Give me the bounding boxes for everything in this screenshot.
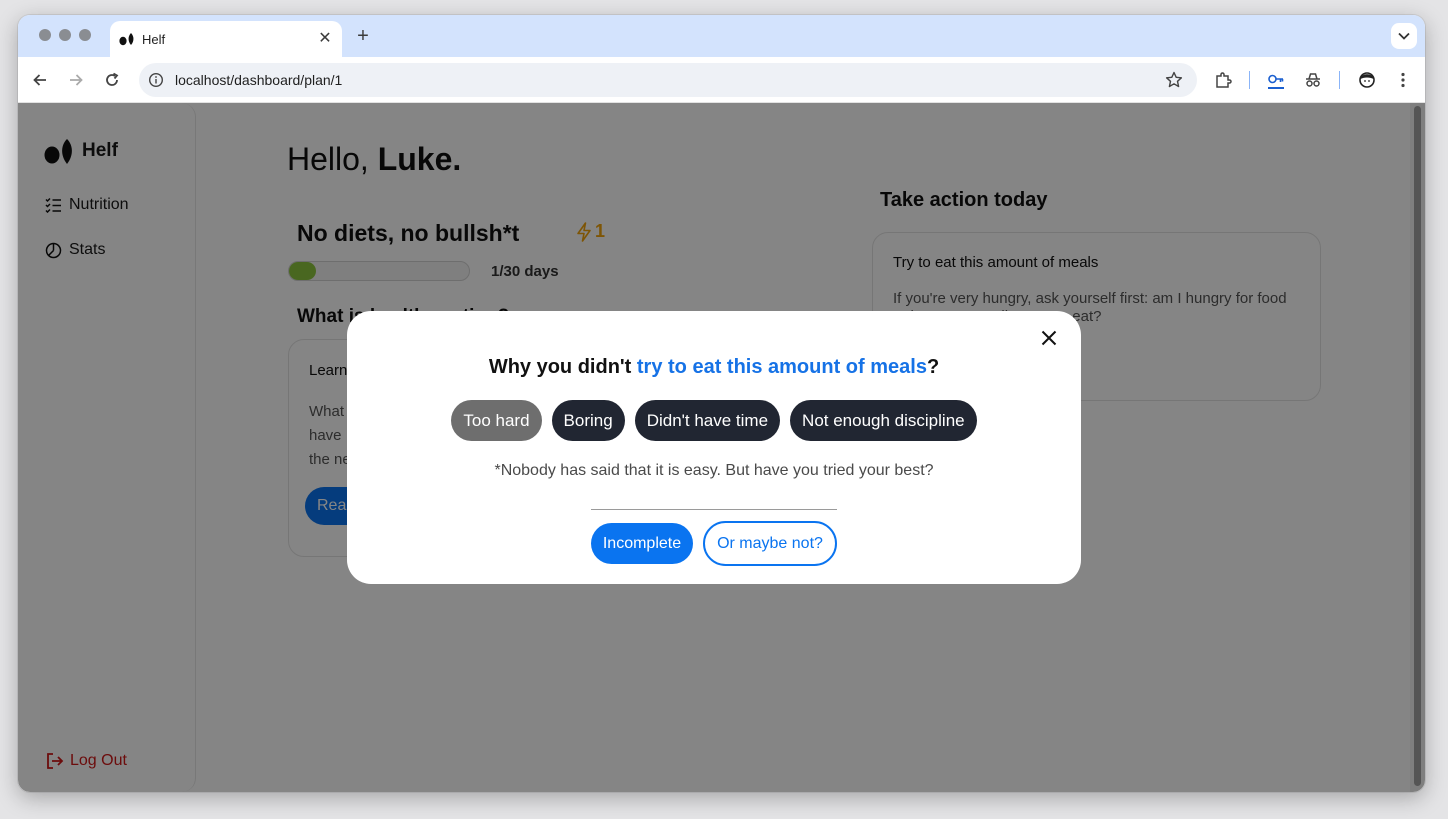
forward-icon[interactable]: [66, 70, 86, 90]
browser-toolbar: localhost/dashboard/plan/1: [18, 57, 1425, 103]
toolbar-separator: [1249, 71, 1250, 89]
modal-question: Why you didn't try to eat this amount of…: [347, 356, 1081, 379]
extensions-icon[interactable]: [1213, 70, 1233, 90]
minimize-window-button[interactable]: [59, 29, 71, 41]
question-suffix: ?: [926, 356, 940, 378]
helf-favicon-icon: [119, 33, 134, 46]
back-icon[interactable]: [30, 70, 50, 90]
reason-option-no-time[interactable]: Didn't have time: [634, 400, 781, 441]
question-prefix: Why you didn't: [488, 356, 632, 378]
bookmark-star-icon[interactable]: [1165, 71, 1183, 89]
browser-tab[interactable]: Helf ✕: [110, 21, 342, 57]
close-window-button[interactable]: [39, 29, 51, 41]
incomplete-button[interactable]: Incomplete: [591, 523, 693, 564]
reason-option-boring[interactable]: Boring: [551, 400, 625, 441]
browser-menu-icon[interactable]: [1393, 70, 1413, 90]
site-info-icon[interactable]: [148, 72, 164, 88]
maximize-window-button[interactable]: [79, 29, 91, 41]
maybe-not-button[interactable]: Or maybe not?: [703, 521, 837, 566]
chevron-down-icon: [1398, 32, 1410, 40]
tab-title: Helf: [142, 32, 166, 47]
reload-icon[interactable]: [102, 70, 122, 90]
url-text: localhost/dashboard/plan/1: [175, 72, 343, 88]
address-bar[interactable]: localhost/dashboard/plan/1: [139, 63, 1197, 97]
question-highlight: try to eat this amount of meals: [636, 356, 927, 378]
modal-divider: [591, 509, 837, 510]
password-key-icon[interactable]: [1266, 70, 1286, 90]
incognito-icon[interactable]: [1303, 70, 1323, 90]
toolbar-separator: [1339, 71, 1340, 89]
reason-options: Too hard Boring Didn't have time Not eno…: [347, 400, 1081, 441]
reason-modal: Why you didn't try to eat this amount of…: [347, 311, 1081, 584]
new-tab-icon[interactable]: +: [353, 25, 373, 47]
close-icon[interactable]: [1038, 327, 1060, 349]
reason-option-discipline[interactable]: Not enough discipline: [790, 400, 977, 441]
reason-option-too-hard[interactable]: Too hard: [451, 400, 542, 441]
tab-search-button[interactable]: [1391, 23, 1417, 49]
modal-note: *Nobody has said that it is easy. But ha…: [494, 462, 934, 479]
tab-strip: Helf ✕ +: [18, 15, 1425, 57]
close-tab-icon[interactable]: ✕: [316, 29, 334, 47]
profile-avatar-icon[interactable]: [1357, 70, 1377, 90]
